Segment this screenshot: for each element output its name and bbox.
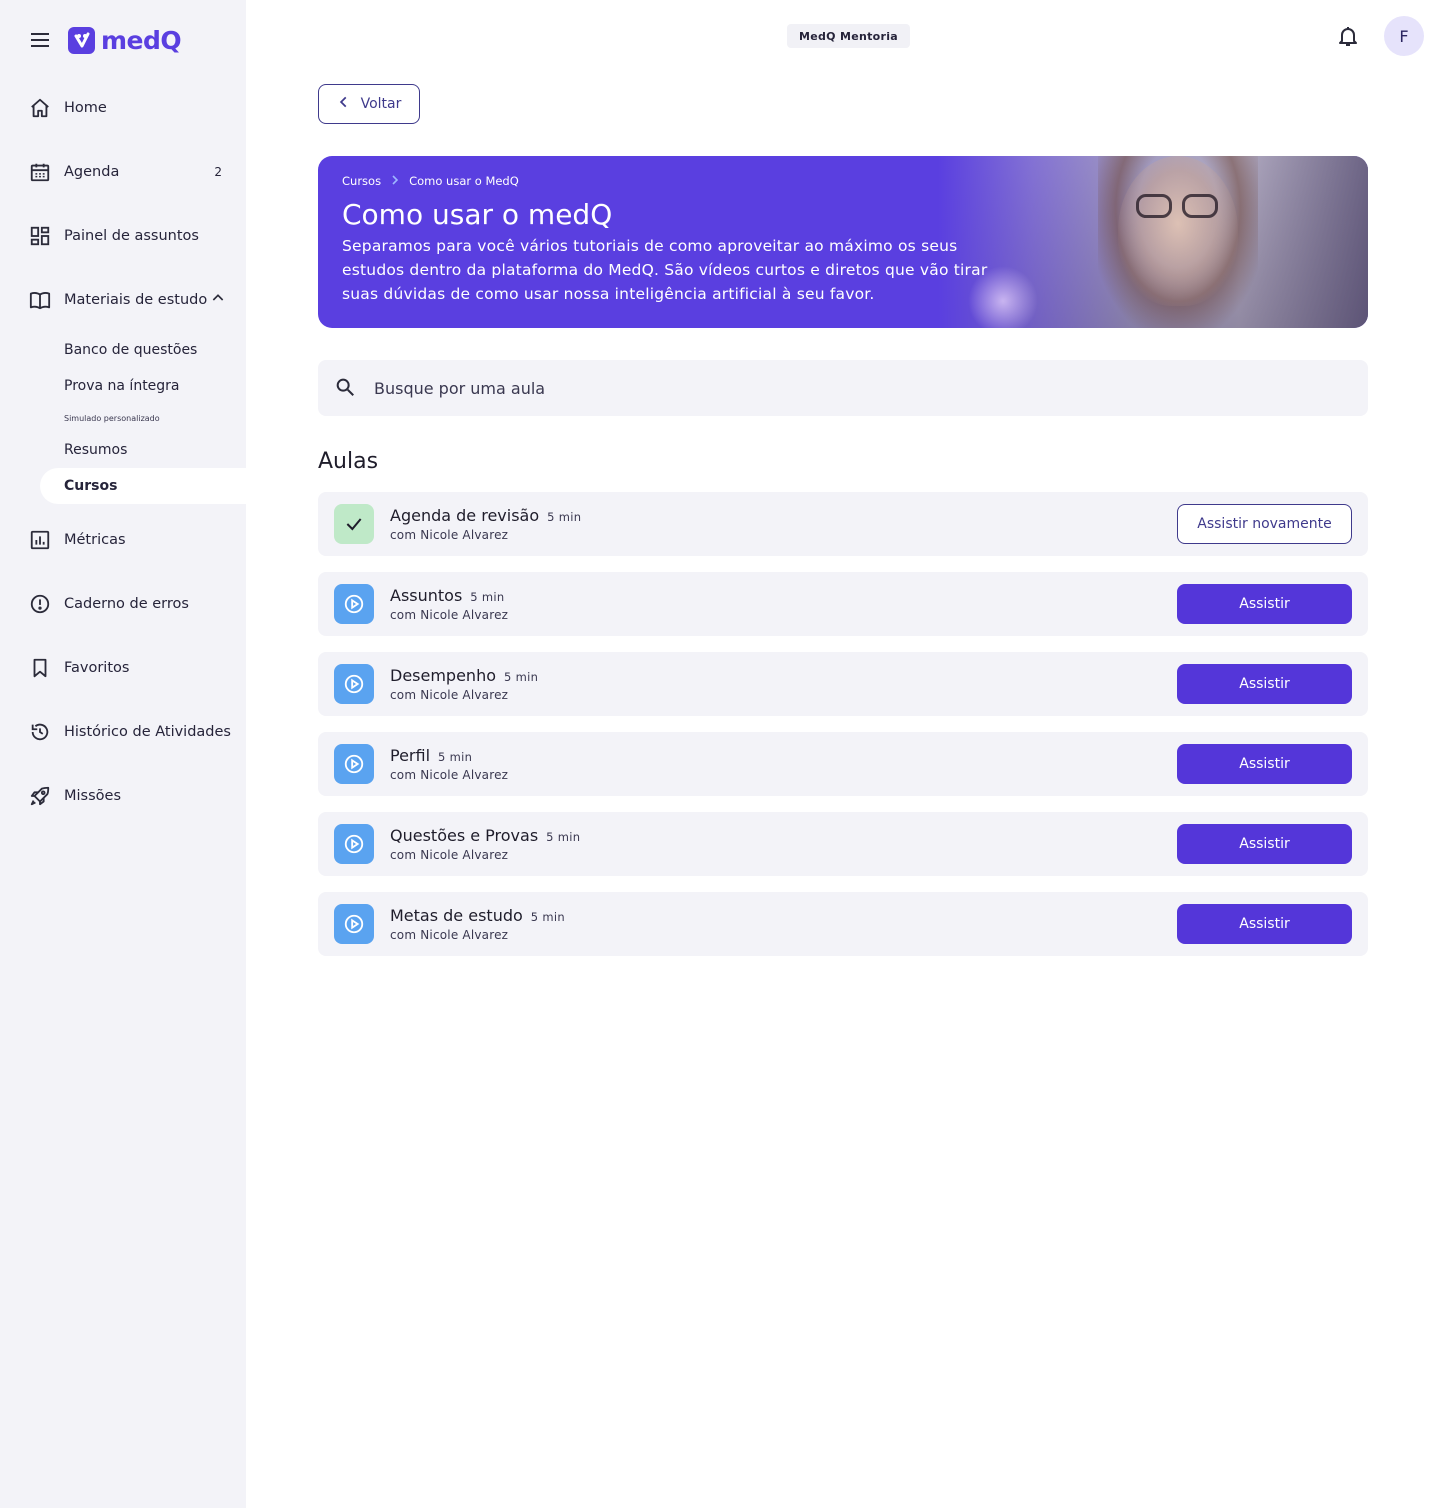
- avatar[interactable]: F: [1384, 16, 1424, 56]
- menu-icon[interactable]: [28, 28, 52, 52]
- lesson-author: com Nicole Alvarez: [390, 688, 509, 702]
- list-item: Assuntos 5 min com Nicole Alvarez Assist…: [318, 572, 1368, 636]
- sidebar-item-label: Favoritos: [64, 660, 130, 676]
- logo[interactable]: medQ: [68, 25, 182, 55]
- sidebar-subitem-prova[interactable]: Prova na íntegra: [0, 368, 246, 404]
- lesson-search: [318, 360, 1368, 416]
- watch-button[interactable]: Assistir: [1177, 584, 1352, 624]
- play-icon: [334, 904, 374, 944]
- list-item: Questões e Provas 5 min com Nicole Alvar…: [318, 812, 1368, 876]
- breadcrumb-cursos[interactable]: Cursos: [342, 174, 381, 188]
- sidebar-subitem-simulado[interactable]: Simulado personalizado: [0, 404, 246, 432]
- lesson-title: Perfil: [390, 746, 431, 765]
- agenda-count-badge: 2: [214, 165, 222, 179]
- sidebar-subitem-resumos[interactable]: Resumos: [0, 432, 246, 468]
- list-item: Metas de estudo 5 min com Nicole Alvarez…: [318, 892, 1368, 956]
- sidebar-subitem-banco[interactable]: Banco de questões: [0, 332, 246, 368]
- home-icon: [28, 96, 52, 120]
- chevron-right-icon: [391, 174, 399, 188]
- play-icon: [334, 744, 374, 784]
- sidebar-item-agenda[interactable]: Agenda 2: [0, 140, 246, 204]
- mentoria-tag[interactable]: MedQ Mentoria: [787, 24, 911, 48]
- sidebar-item-label: Missões: [64, 788, 121, 804]
- book-icon: [28, 288, 52, 312]
- sidebar-item-label: Métricas: [64, 532, 126, 548]
- lesson-duration: 5 min: [530, 910, 565, 924]
- materiais-submenu: Banco de questões Prova na íntegra Simul…: [0, 332, 246, 504]
- sidebar-item-label: Caderno de erros: [64, 596, 189, 612]
- play-icon: [334, 584, 374, 624]
- page-title: Como usar o medQ: [342, 198, 613, 231]
- sidebar-item-label: Materiais de estudo: [64, 292, 208, 308]
- chart-icon: [28, 528, 52, 552]
- sidebar-item-metricas[interactable]: Métricas: [0, 508, 246, 572]
- sidebar-item-painel[interactable]: Painel de assuntos: [0, 204, 246, 268]
- lesson-duration: 5 min: [547, 510, 582, 524]
- brand: medQ: [28, 24, 182, 56]
- logo-text: medQ: [101, 25, 182, 55]
- lessons-heading: Aulas: [318, 449, 379, 474]
- rocket-icon: [28, 784, 52, 808]
- lesson-author: com Nicole Alvarez: [390, 608, 509, 622]
- sidebar-item-favoritos[interactable]: Favoritos: [0, 636, 246, 700]
- lesson-duration: 5 min: [504, 670, 539, 684]
- lesson-duration: 5 min: [546, 830, 581, 844]
- watch-button[interactable]: Assistir: [1177, 904, 1352, 944]
- chevron-up-icon[interactable]: [210, 290, 226, 310]
- breadcrumb-current: Como usar o MedQ: [409, 174, 519, 188]
- lesson-title: Assuntos: [390, 586, 463, 605]
- sidebar-item-label: Histórico de Atividades: [64, 724, 231, 740]
- course-banner: Cursos Como usar o MedQ Como usar o medQ…: [318, 156, 1368, 328]
- course-description: Separamos para você vários tutoriais de …: [342, 237, 988, 303]
- sidebar-nav: Home Agenda 2 Painel de assuntos Materia…: [0, 76, 246, 828]
- lesson-title: Questões e Provas: [390, 826, 539, 845]
- sidebar-item-missoes[interactable]: Missões: [0, 764, 246, 828]
- search-icon: [334, 376, 358, 400]
- play-icon: [334, 824, 374, 864]
- calendar-icon: [28, 160, 52, 184]
- back-button[interactable]: Voltar: [318, 84, 420, 124]
- lesson-list: Agenda de revisão 5 min com Nicole Alvar…: [318, 492, 1368, 972]
- bookmark-icon: [28, 656, 52, 680]
- chevron-left-icon: [337, 95, 351, 113]
- lesson-duration: 5 min: [438, 750, 473, 764]
- list-item: Desempenho 5 min com Nicole Alvarez Assi…: [318, 652, 1368, 716]
- list-item: Perfil 5 min com Nicole Alvarez Assistir: [318, 732, 1368, 796]
- dashboard-icon: [28, 224, 52, 248]
- play-icon: [334, 664, 374, 704]
- sidebar-item-label: Agenda: [64, 164, 120, 180]
- watch-again-button[interactable]: Assistir novamente: [1177, 504, 1352, 544]
- lesson-author: com Nicole Alvarez: [390, 528, 509, 542]
- history-icon: [28, 720, 52, 744]
- alert-circle-icon: [28, 592, 52, 616]
- list-item: Agenda de revisão 5 min com Nicole Alvar…: [318, 492, 1368, 556]
- lesson-author: com Nicole Alvarez: [390, 928, 509, 942]
- search-input[interactable]: [374, 378, 1274, 398]
- bell-icon[interactable]: [1336, 24, 1360, 48]
- sidebar-item-materiais[interactable]: Materiais de estudo: [0, 268, 246, 332]
- sidebar-subitem-cursos[interactable]: Cursos: [40, 468, 246, 504]
- watch-button[interactable]: Assistir: [1177, 744, 1352, 784]
- breadcrumb: Cursos Como usar o MedQ: [342, 174, 519, 188]
- lesson-title: Metas de estudo: [390, 906, 523, 925]
- lesson-duration: 5 min: [470, 590, 505, 604]
- sidebar-item-home[interactable]: Home: [0, 76, 246, 140]
- lesson-author: com Nicole Alvarez: [390, 848, 509, 862]
- watch-button[interactable]: Assistir: [1177, 824, 1352, 864]
- back-button-label: Voltar: [360, 96, 402, 112]
- logo-mark: [68, 26, 95, 54]
- lesson-author: com Nicole Alvarez: [390, 768, 509, 782]
- check-icon: [334, 504, 374, 544]
- sidebar: medQ Home Agenda 2 Painel de assuntos Ma…: [0, 0, 246, 1508]
- sidebar-item-label: Home: [64, 100, 107, 116]
- lesson-title: Desempenho: [390, 666, 496, 685]
- sidebar-item-caderno[interactable]: Caderno de erros: [0, 572, 246, 636]
- sidebar-item-historico[interactable]: Histórico de Atividades: [0, 700, 246, 764]
- sidebar-item-label: Painel de assuntos: [64, 228, 199, 244]
- lesson-title: Agenda de revisão: [390, 506, 540, 525]
- watch-button[interactable]: Assistir: [1177, 664, 1352, 704]
